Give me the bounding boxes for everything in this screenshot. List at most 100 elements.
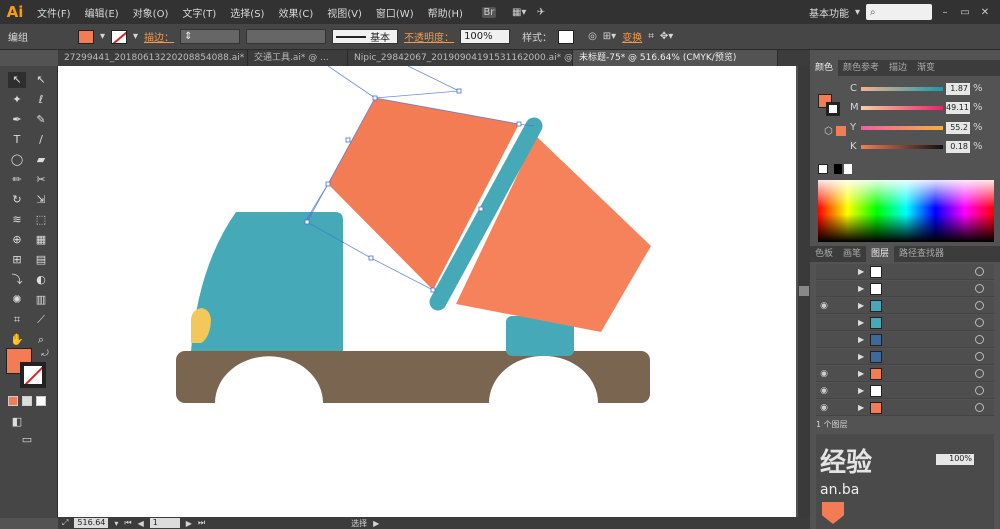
pen-tool-icon[interactable]: ✒ (8, 112, 26, 128)
stroke-color-box[interactable] (20, 362, 46, 388)
menu-item-6[interactable]: 视图(V) (320, 5, 369, 20)
artboard-navigation-icon[interactable]: ⤢ (62, 518, 68, 528)
selection-tool-icon[interactable]: ↖ (8, 72, 26, 88)
tab-swatches[interactable]: 色板 (810, 246, 838, 262)
expand-arrow-icon[interactable]: ▶ (858, 386, 864, 395)
free-transform-tool-icon[interactable]: ⬚ (32, 212, 50, 228)
panel-stroke-swatch[interactable] (826, 102, 840, 116)
gradient-tool-icon[interactable]: ▤ (32, 252, 50, 268)
menu-item-5[interactable]: 效果(C) (271, 5, 320, 20)
tab-document-active[interactable]: 未标题-75* @ 516.64% (CMYK/预览) (573, 50, 778, 66)
tab-stroke[interactable]: 描边 (884, 60, 912, 76)
chevron-down-icon[interactable]: ▾ (855, 7, 860, 18)
tab-document-2[interactable]: 交通工具.ai* @ ... (248, 50, 348, 66)
visibility-eye-icon[interactable]: ◉ (816, 403, 832, 413)
expand-arrow-icon[interactable]: ▶ (858, 318, 864, 327)
ellipse-tool-icon[interactable]: ◯ (8, 152, 26, 168)
stroke-weight-field[interactable]: ⇕ (180, 29, 241, 44)
layer-row[interactable]: ◉ ▶ (816, 298, 994, 314)
black-swatch[interactable] (834, 164, 842, 174)
search-input[interactable]: ⌕ (866, 4, 932, 20)
last-artboard-icon[interactable]: ⏭ (198, 518, 205, 528)
graphic-style-swatch[interactable] (558, 29, 575, 44)
status-menu-icon[interactable]: ▶ (373, 519, 379, 528)
color-mode-icon[interactable] (8, 396, 18, 406)
target-circle-icon[interactable] (975, 301, 984, 310)
slider-m[interactable]: M 49.11% (850, 101, 1000, 114)
menu-item-2[interactable]: 对象(O) (126, 5, 176, 20)
menu-item-0[interactable]: 文件(F) (30, 5, 78, 20)
slice-tool-icon[interactable]: ⟋ (32, 312, 50, 328)
tab-pathfinder[interactable]: 路径查找器 (894, 246, 949, 262)
vertical-scrollbar[interactable] (798, 66, 810, 518)
target-circle-icon[interactable] (975, 335, 984, 344)
maximize-button[interactable]: ▭ (958, 7, 972, 18)
gpu-performance-icon[interactable]: ✈ (534, 7, 548, 18)
target-circle-icon[interactable] (975, 369, 984, 378)
target-circle-icon[interactable] (975, 352, 984, 361)
align-icon[interactable]: ⊞▾ (603, 31, 616, 42)
close-button[interactable]: ✕ (978, 7, 992, 18)
tab-gradient[interactable]: 渐变 (912, 60, 940, 76)
variable-width-dropdown[interactable] (246, 29, 327, 44)
visibility-eye-icon[interactable]: ◉ (816, 386, 832, 396)
chevron-down-icon[interactable]: ▾ (114, 519, 118, 528)
previous-artboard-icon[interactable]: ◀ (138, 519, 144, 528)
first-artboard-icon[interactable]: ⏮ (124, 518, 131, 528)
target-circle-icon[interactable] (975, 403, 984, 412)
menu-item-3[interactable]: 文字(T) (175, 5, 223, 20)
chevron-down-icon[interactable]: ▾ (133, 31, 138, 42)
fill-swatch[interactable] (78, 29, 94, 44)
expand-arrow-icon[interactable]: ▶ (858, 267, 864, 276)
color-spectrum[interactable] (818, 180, 994, 242)
layer-row[interactable]: ▶ (816, 264, 994, 280)
hand-tool-icon[interactable]: ✋ (8, 332, 26, 348)
paintbrush-tool-icon[interactable]: ▰ (32, 152, 50, 168)
eyedropper-tool-icon[interactable]: ⤵ (8, 272, 26, 288)
line-tool-icon[interactable]: / (32, 132, 50, 148)
curvature-tool-icon[interactable]: ✎ (32, 112, 50, 128)
slider-c[interactable]: C 1.87% (850, 82, 1000, 95)
expand-arrow-icon[interactable]: ▶ (858, 352, 864, 361)
expand-arrow-icon[interactable]: ▶ (858, 335, 864, 344)
expand-arrow-icon[interactable]: ▶ (858, 403, 864, 412)
visibility-eye-icon[interactable]: ◉ (816, 369, 832, 379)
tab-document-3[interactable]: Nipic_29842067_20190904191531162000.ai* … (348, 50, 573, 66)
mesh-tool-icon[interactable]: ⊞ (8, 252, 26, 268)
canvas-area[interactable] (58, 66, 798, 518)
bridge-icon[interactable]: Br (481, 6, 496, 18)
lasso-tool-icon[interactable]: ℓ (32, 92, 50, 108)
direct-selection-tool-icon[interactable]: ↖ (32, 72, 50, 88)
gamut-swatch[interactable] (836, 126, 846, 136)
stroke-label[interactable]: 描边： (144, 29, 174, 44)
artwork[interactable] (58, 66, 796, 518)
chevron-down-icon[interactable]: ▾ (100, 31, 105, 42)
type-tool-icon[interactable]: T (8, 132, 26, 148)
tab-color-guide[interactable]: 颜色参考 (838, 60, 884, 76)
next-artboard-icon[interactable]: ▶ (186, 519, 192, 528)
blend-tool-icon[interactable]: ◐ (32, 272, 50, 288)
arrange-documents-icon[interactable]: ▦▾ (512, 7, 526, 18)
tools-menu-icon[interactable]: ✥▾ (660, 31, 673, 42)
pencil-tool-icon[interactable]: ✏ (8, 172, 26, 188)
workspace-switcher[interactable]: 基本功能 (809, 5, 849, 20)
target-circle-icon[interactable] (975, 284, 984, 293)
recolor-artwork-icon[interactable]: ◎ (588, 31, 597, 42)
screen-mode-icon[interactable]: ▭ (18, 432, 36, 448)
white-swatch[interactable] (844, 164, 852, 174)
menu-item-1[interactable]: 编辑(E) (78, 5, 126, 20)
tab-color[interactable]: 颜色 (810, 60, 839, 76)
out-of-gamut-icon[interactable]: ⬡ (824, 126, 833, 137)
column-graph-tool-icon[interactable]: ▥ (32, 292, 50, 308)
swap-fill-stroke-icon[interactable]: ⤾ (36, 346, 54, 362)
menu-item-4[interactable]: 选择(S) (223, 5, 271, 20)
width-tool-icon[interactable]: ≋ (8, 212, 26, 228)
opacity-label[interactable]: 不透明度： (404, 29, 454, 44)
target-circle-icon[interactable] (975, 318, 984, 327)
zoom-field[interactable]: 516.64 (74, 518, 109, 528)
minimize-button[interactable]: – (938, 7, 952, 18)
layer-row[interactable]: ▶ (816, 281, 994, 297)
perspective-grid-tool-icon[interactable]: ▦ (32, 232, 50, 248)
none-color-icon[interactable] (818, 164, 828, 174)
menu-item-8[interactable]: 帮助(H) (421, 5, 470, 20)
